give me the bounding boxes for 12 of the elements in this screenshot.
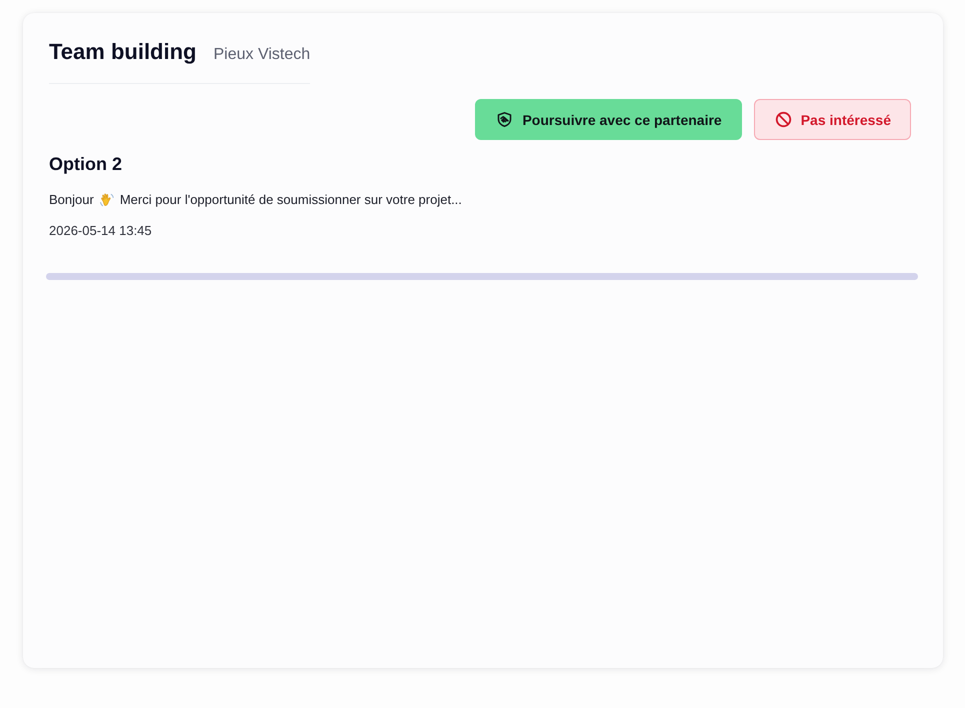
horizontal-scrollbar[interactable] bbox=[46, 273, 918, 280]
message-date: 2026-05-14 13:45 bbox=[49, 222, 152, 240]
shield-handshake-icon bbox=[496, 111, 514, 128]
partner-name: Pieux Vistech bbox=[213, 45, 310, 65]
waving-hand-icon bbox=[98, 192, 115, 208]
greeting-text: Bonjour bbox=[49, 191, 94, 209]
message-text: Merci pour l'opportunité de soumissionner sur votre projet... bbox=[120, 191, 462, 209]
page-title: Team building bbox=[49, 39, 196, 65]
ban-icon bbox=[774, 111, 792, 128]
decline-button[interactable]: Pas intéressé bbox=[754, 99, 911, 140]
option-title: Option 2 bbox=[49, 153, 122, 175]
accept-button[interactable]: Poursuivre avec ce partenaire bbox=[475, 99, 742, 140]
